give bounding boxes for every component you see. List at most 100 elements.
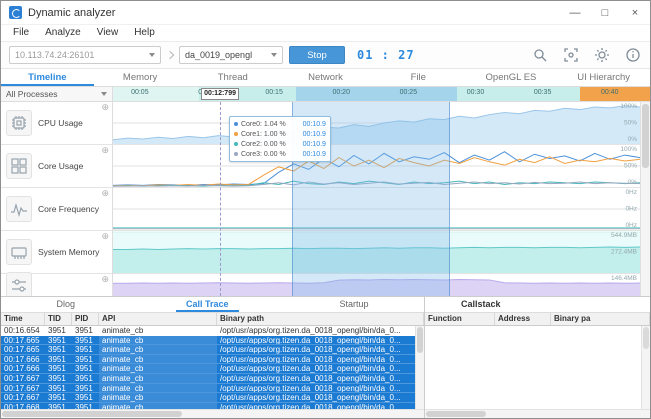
chevron-right-icon	[166, 51, 174, 59]
zoom-in-icon[interactable]: ⊕	[101, 275, 109, 284]
calltrace-vertical-scrollbar[interactable]	[415, 326, 424, 409]
callstack-table-body[interactable]	[425, 326, 650, 409]
tab-network[interactable]: Network	[279, 69, 372, 86]
row-label-text: System Memory	[38, 247, 99, 257]
minimize-button[interactable]: —	[560, 1, 590, 24]
scrollbar-thumb[interactable]	[643, 327, 649, 349]
table-row[interactable]: 00:17.66739513951animate_cb/opt/usr/apps…	[1, 374, 424, 384]
cpu-icon	[6, 110, 32, 136]
zoom-in-icon[interactable]: ⊕	[101, 103, 109, 112]
row-label-system-memory[interactable]: System Memory ⊕	[1, 231, 112, 274]
table-row[interactable]: 00:17.66739513951animate_cb/opt/usr/apps…	[1, 384, 424, 394]
device-value: 10.113.74.24:26101	[15, 50, 94, 60]
scrollbar-thumb[interactable]	[426, 411, 486, 417]
series-dot-icon	[234, 142, 238, 146]
tooltip-value: Core2: 0.00 %	[241, 141, 300, 148]
axis-label: 544.9MB	[611, 232, 637, 239]
axis-label: 0Hz	[625, 189, 637, 196]
tab-startup[interactable]: Startup	[329, 297, 378, 312]
tab-file[interactable]: File	[372, 69, 465, 86]
cell-path: /opt/usr/apps/org.tizen.da_0018_opengl/b…	[217, 374, 424, 383]
table-row[interactable]: 00:17.66639513951animate_cb/opt/usr/apps…	[1, 364, 424, 374]
cell-pid: 3951	[72, 336, 99, 345]
tab-dlog[interactable]: Dlog	[46, 297, 85, 312]
scrollbar-thumb[interactable]	[642, 104, 649, 168]
time-marker-line	[220, 102, 221, 296]
slider-icon	[6, 272, 32, 296]
menu-help[interactable]: Help	[126, 25, 163, 41]
callstack-horizontal-scrollbar[interactable]	[425, 409, 650, 418]
column-header-function[interactable]: Function	[425, 313, 495, 325]
app-select[interactable]: da_0019_opengl	[179, 46, 283, 64]
scrollbar-thumb[interactable]	[417, 327, 423, 353]
row-label-partial[interactable]: ⊕	[1, 274, 112, 296]
table-row[interactable]: 00:17.66739513951animate_cb/opt/usr/apps…	[1, 393, 424, 403]
table-row[interactable]: 00:17.66639513951animate_cb/opt/usr/apps…	[1, 355, 424, 365]
window-controls: — □ ×	[560, 1, 650, 24]
tooltip-line: Core1: 1.00 % 00:10.9	[234, 129, 326, 139]
time-ruler[interactable]: 00:12:799 00:0500:1000:1500:2000:2500:30…	[113, 87, 650, 101]
column-header-time[interactable]: Time	[1, 313, 45, 325]
cell-pid: 3951	[72, 345, 99, 354]
device-select[interactable]: 10.113.74.24:26101	[9, 46, 161, 64]
column-header-address[interactable]: Address	[495, 313, 551, 325]
ruler-tick: 00:40	[601, 89, 619, 96]
axis-label: 100%	[620, 103, 637, 110]
cell-pid: 3951	[72, 393, 99, 402]
calltrace-horizontal-scrollbar[interactable]	[1, 409, 424, 418]
tab-thread[interactable]: Thread	[186, 69, 279, 86]
column-header-api[interactable]: API	[99, 313, 217, 325]
tab-memory[interactable]: Memory	[94, 69, 187, 86]
tab-call-trace[interactable]: Call Trace	[176, 297, 239, 312]
tooltip-line: Core3: 0.00 % 00:10.9	[234, 149, 326, 159]
menu-view[interactable]: View	[89, 25, 127, 41]
calltrace-table-body[interactable]: 00:16.65439513951animate_cb/opt/usr/apps…	[1, 326, 424, 409]
cell-pid: 3951	[72, 384, 99, 393]
row-label-core-frequency[interactable]: Core Frequency ⊕	[1, 188, 112, 231]
info-icon[interactable]	[624, 46, 642, 64]
process-filter-select[interactable]: All Processes	[1, 87, 113, 101]
cell-time: 00:17.667	[1, 393, 45, 402]
cell-tid: 3951	[45, 374, 72, 383]
search-icon[interactable]	[531, 46, 549, 64]
table-row[interactable]: 00:17.66539513951animate_cb/opt/usr/apps…	[1, 336, 424, 346]
cell-time: 00:16.654	[1, 326, 45, 336]
column-header-binary-path[interactable]: Binary pa	[551, 313, 650, 325]
app-value: da_0019_opengl	[185, 50, 252, 60]
tooltip-line: Core0: 1.04 % 00:10.9	[234, 119, 326, 129]
table-row[interactable]: 00:17.66539513951animate_cb/opt/usr/apps…	[1, 345, 424, 355]
tab-opengl-es[interactable]: OpenGL ES	[465, 69, 558, 86]
cell-path: /opt/usr/apps/org.tizen.da_0018_opengl/b…	[217, 364, 424, 373]
stop-button[interactable]: Stop	[289, 46, 345, 64]
table-row[interactable]: 00:16.65439513951animate_cb/opt/usr/apps…	[1, 326, 424, 336]
maximize-button[interactable]: □	[590, 1, 620, 24]
column-header-binary-path[interactable]: Binary path	[217, 313, 424, 325]
ruler-tick: 00:35	[534, 89, 552, 96]
close-button[interactable]: ×	[620, 1, 650, 24]
row-label-core-usage[interactable]: Core Usage ⊕	[1, 145, 112, 188]
timeline-body: CPU Usage ⊕ Core Usage ⊕ Core Frequency …	[1, 102, 650, 296]
tab-ui-hierarchy[interactable]: UI Hierarchy	[557, 69, 650, 86]
cell-time: 00:17.667	[1, 384, 45, 393]
callstack-table-header: Function Address Binary pa	[425, 313, 650, 326]
elapsed-timer: 01 : 27	[357, 48, 415, 62]
scrollbar-thumb[interactable]	[2, 411, 182, 417]
tab-timeline[interactable]: Timeline	[1, 69, 94, 86]
timeline-vertical-scrollbar[interactable]	[640, 102, 650, 296]
zoom-in-icon[interactable]: ⊕	[101, 146, 109, 155]
timeline-charts[interactable]: 100% 50% 0% 100% 50% 0% 0Hz 0Hz 0Hz 544.…	[113, 102, 640, 296]
row-label-cpu-usage[interactable]: CPU Usage ⊕	[1, 102, 112, 145]
callstack-vertical-scrollbar[interactable]	[641, 326, 650, 409]
row-label-text: Core Usage	[38, 161, 83, 171]
toolbar: 10.113.74.24:26101 da_0019_opengl Stop 0…	[1, 42, 650, 69]
column-header-pid[interactable]: PID	[72, 313, 99, 325]
ruler-tick: 00:20	[332, 89, 350, 96]
zoom-in-icon[interactable]: ⊕	[101, 232, 109, 241]
capture-icon[interactable]	[562, 46, 580, 64]
menu-analyze[interactable]: Analyze	[37, 25, 89, 41]
cell-api: animate_cb	[99, 364, 217, 373]
menu-file[interactable]: File	[5, 25, 37, 41]
settings-gear-icon[interactable]	[593, 46, 611, 64]
zoom-in-icon[interactable]: ⊕	[101, 189, 109, 198]
column-header-tid[interactable]: TID	[45, 313, 72, 325]
